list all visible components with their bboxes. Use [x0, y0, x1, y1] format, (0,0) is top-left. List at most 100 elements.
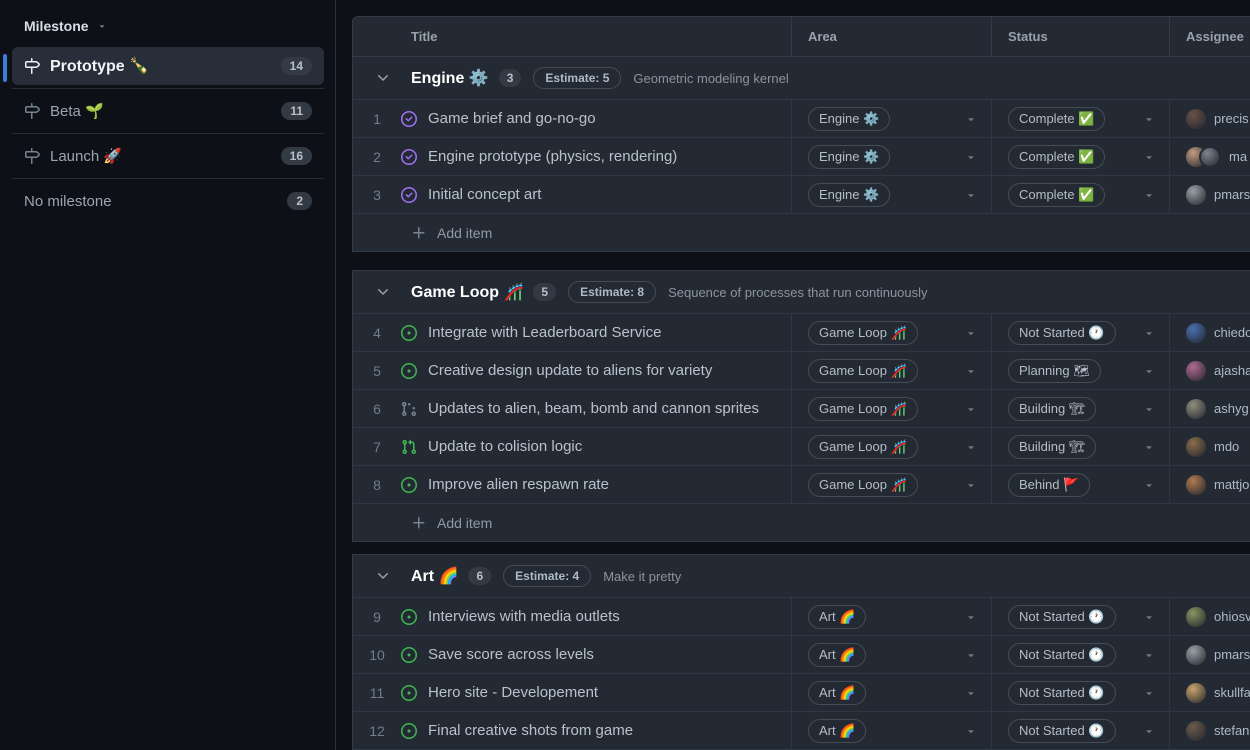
- assignee-cell[interactable]: pmars: [1169, 636, 1250, 673]
- assignee-cell[interactable]: chiedo: [1169, 314, 1250, 351]
- item-title[interactable]: Hero site - Developement: [428, 684, 598, 701]
- item-title[interactable]: Save score across levels: [428, 646, 594, 663]
- dropdown-caret-icon[interactable]: [1143, 441, 1155, 453]
- dropdown-caret-icon[interactable]: [965, 687, 977, 699]
- status-cell[interactable]: Planning 🗺: [991, 352, 1169, 389]
- column-header-assignee[interactable]: Assignee: [1169, 17, 1250, 56]
- dropdown-caret-icon[interactable]: [1143, 479, 1155, 491]
- status-cell[interactable]: Not Started 🕐: [991, 314, 1169, 351]
- title-cell[interactable]: 7Update to colision logic: [353, 428, 791, 465]
- item-title[interactable]: Final creative shots from game: [428, 722, 633, 739]
- collapse-group-button[interactable]: [375, 568, 391, 584]
- title-cell[interactable]: 8Improve alien respawn rate: [353, 466, 791, 503]
- status-cell[interactable]: Building 🏗: [991, 390, 1169, 427]
- dropdown-caret-icon[interactable]: [965, 725, 977, 737]
- dropdown-caret-icon[interactable]: [1143, 725, 1155, 737]
- sidebar-item-no-milestone[interactable]: No milestone2: [12, 179, 324, 223]
- area-cell[interactable]: Game Loop 🎢: [791, 390, 991, 427]
- area-cell[interactable]: Art 🌈: [791, 674, 991, 711]
- status-cell[interactable]: Not Started 🕐: [991, 598, 1169, 635]
- status-pill[interactable]: Behind 🚩: [1008, 473, 1090, 497]
- dropdown-caret-icon[interactable]: [1143, 649, 1155, 661]
- group-estimate-pill[interactable]: Estimate: 4: [503, 565, 591, 587]
- status-pill[interactable]: Building 🏗: [1008, 435, 1096, 459]
- dropdown-caret-icon[interactable]: [1143, 365, 1155, 377]
- area-pill[interactable]: Engine ⚙️: [808, 183, 890, 207]
- area-cell[interactable]: Engine ⚙️: [791, 176, 991, 213]
- area-cell[interactable]: Game Loop 🎢: [791, 428, 991, 465]
- status-cell[interactable]: Not Started 🕐: [991, 712, 1169, 749]
- dropdown-caret-icon[interactable]: [1143, 611, 1155, 623]
- area-cell[interactable]: Art 🌈: [791, 636, 991, 673]
- assignee-cell[interactable]: mattjo: [1169, 466, 1250, 503]
- item-title[interactable]: Game brief and go-no-go: [428, 110, 596, 127]
- dropdown-caret-icon[interactable]: [1143, 403, 1155, 415]
- area-pill[interactable]: Game Loop 🎢: [808, 435, 918, 459]
- item-title[interactable]: Creative design update to aliens for var…: [428, 362, 712, 379]
- add-item-button[interactable]: Add item: [353, 503, 1250, 541]
- area-pill[interactable]: Engine ⚙️: [808, 107, 890, 131]
- area-cell[interactable]: Game Loop 🎢: [791, 314, 991, 351]
- area-cell[interactable]: Game Loop 🎢: [791, 466, 991, 503]
- assignee-cell[interactable]: pmars: [1169, 176, 1250, 213]
- dropdown-caret-icon[interactable]: [965, 189, 977, 201]
- area-pill[interactable]: Game Loop 🎢: [808, 321, 918, 345]
- status-pill[interactable]: Building 🏗: [1008, 397, 1096, 421]
- item-title[interactable]: Improve alien respawn rate: [428, 476, 609, 493]
- status-pill[interactable]: Not Started 🕐: [1008, 605, 1116, 629]
- column-header-title[interactable]: Title: [353, 17, 791, 56]
- title-cell[interactable]: 10Save score across levels: [353, 636, 791, 673]
- dropdown-caret-icon[interactable]: [965, 151, 977, 163]
- assignee-cell[interactable]: ashyg: [1169, 390, 1250, 427]
- title-cell[interactable]: 12Final creative shots from game: [353, 712, 791, 749]
- sidebar-item-prototype[interactable]: Prototype 🍾14: [12, 47, 324, 85]
- sidebar-group-by-header[interactable]: Milestone: [24, 18, 107, 34]
- dropdown-caret-icon[interactable]: [965, 403, 977, 415]
- dropdown-caret-icon[interactable]: [1143, 189, 1155, 201]
- dropdown-caret-icon[interactable]: [965, 113, 977, 125]
- status-pill[interactable]: Planning 🗺: [1008, 359, 1101, 383]
- sidebar-item-launch[interactable]: Launch 🚀16: [12, 134, 324, 178]
- dropdown-caret-icon[interactable]: [1143, 151, 1155, 163]
- collapse-group-button[interactable]: [375, 284, 391, 300]
- item-title[interactable]: Interviews with media outlets: [428, 608, 620, 625]
- status-cell[interactable]: Building 🏗: [991, 428, 1169, 465]
- dropdown-caret-icon[interactable]: [965, 611, 977, 623]
- collapse-group-button[interactable]: [375, 70, 391, 86]
- status-cell[interactable]: Not Started 🕐: [991, 674, 1169, 711]
- dropdown-caret-icon[interactable]: [1143, 113, 1155, 125]
- status-cell[interactable]: Complete ✅: [991, 138, 1169, 175]
- status-pill[interactable]: Not Started 🕐: [1008, 681, 1116, 705]
- item-title[interactable]: Update to colision logic: [428, 438, 582, 455]
- assignee-cell[interactable]: stefan: [1169, 712, 1250, 749]
- status-pill[interactable]: Not Started 🕐: [1008, 643, 1116, 667]
- dropdown-caret-icon[interactable]: [965, 441, 977, 453]
- area-cell[interactable]: Engine ⚙️: [791, 138, 991, 175]
- status-pill[interactable]: Complete ✅: [1008, 183, 1105, 207]
- assignee-cell[interactable]: ohiosv: [1169, 598, 1250, 635]
- dropdown-caret-icon[interactable]: [1143, 327, 1155, 339]
- title-cell[interactable]: 6Updates to alien, beam, bomb and cannon…: [353, 390, 791, 427]
- area-cell[interactable]: Art 🌈: [791, 598, 991, 635]
- assignee-cell[interactable]: skullfa: [1169, 674, 1250, 711]
- dropdown-caret-icon[interactable]: [965, 327, 977, 339]
- dropdown-caret-icon[interactable]: [965, 365, 977, 377]
- assignee-cell[interactable]: mdo: [1169, 428, 1250, 465]
- area-pill[interactable]: Engine ⚙️: [808, 145, 890, 169]
- sidebar-item-beta[interactable]: Beta 🌱11: [12, 89, 324, 133]
- add-item-button[interactable]: Add item: [353, 213, 1250, 251]
- item-title[interactable]: Integrate with Leaderboard Service: [428, 324, 661, 341]
- status-cell[interactable]: Not Started 🕐: [991, 636, 1169, 673]
- assignee-cell[interactable]: ajasha: [1169, 352, 1250, 389]
- dropdown-caret-icon[interactable]: [965, 649, 977, 661]
- item-title[interactable]: Initial concept art: [428, 186, 541, 203]
- title-cell[interactable]: 5Creative design update to aliens for va…: [353, 352, 791, 389]
- title-cell[interactable]: 1Game brief and go-no-go: [353, 100, 791, 137]
- area-pill[interactable]: Game Loop 🎢: [808, 473, 918, 497]
- title-cell[interactable]: 2Engine prototype (physics, rendering): [353, 138, 791, 175]
- item-title[interactable]: Engine prototype (physics, rendering): [428, 148, 677, 165]
- item-title[interactable]: Updates to alien, beam, bomb and cannon …: [428, 400, 759, 417]
- title-cell[interactable]: 3Initial concept art: [353, 176, 791, 213]
- title-cell[interactable]: 4Integrate with Leaderboard Service: [353, 314, 791, 351]
- group-estimate-pill[interactable]: Estimate: 5: [533, 67, 621, 89]
